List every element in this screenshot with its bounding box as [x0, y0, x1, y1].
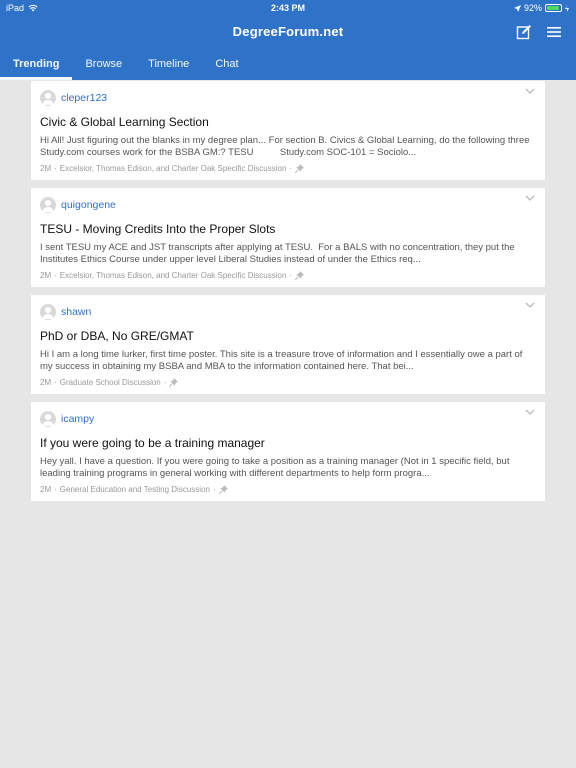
meta-separator: · — [163, 378, 167, 387]
username-link[interactable]: cleper123 — [61, 92, 107, 104]
post-author: cleper123 — [40, 89, 536, 106]
compose-icon[interactable] — [516, 24, 532, 40]
username-link[interactable]: icampy — [61, 413, 94, 425]
chevron-down-icon[interactable] — [525, 195, 535, 201]
post-category[interactable]: General Education and Testing Discussion — [60, 485, 210, 494]
app-root: iPad 2:43 PM 92% DegreeForum.net Trendin… — [0, 0, 576, 768]
post-author: quigongene — [40, 196, 536, 213]
post-category[interactable]: Excelsior, Thomas Edison, and Charter Oa… — [60, 164, 287, 173]
post-excerpt: Hey yall. I have a question. If you were… — [40, 456, 513, 479]
meta-separator: · — [289, 164, 293, 173]
menu-icon[interactable] — [546, 24, 562, 40]
username-link[interactable]: quigongene — [61, 199, 116, 211]
meta-separator: · — [212, 485, 216, 494]
meta-separator: · — [289, 271, 293, 280]
post-excerpt: Hi I am a long time lurker, first time p… — [40, 349, 526, 372]
bluetooth-icon — [565, 4, 569, 12]
post-age: 2M — [40, 485, 52, 494]
post-age: 2M — [40, 271, 52, 280]
post-meta: 2M · Graduate School Discussion · — [40, 378, 536, 387]
post-card[interactable]: cleper123 Civic & Global Learning Sectio… — [31, 81, 545, 180]
post-title[interactable]: TESU - Moving Credits Into the Proper Sl… — [40, 222, 536, 236]
pin-icon[interactable] — [295, 271, 305, 280]
post-meta: 2M · Excelsior, Thomas Edison, and Chart… — [40, 271, 536, 280]
pin-icon[interactable] — [295, 164, 305, 173]
post-age: 2M — [40, 378, 52, 387]
pin-icon[interactable] — [169, 378, 179, 387]
meta-separator: · — [54, 378, 57, 387]
battery-percent: 92% — [523, 3, 542, 13]
battery-fill — [547, 6, 559, 10]
post-category[interactable]: Graduate School Discussion — [60, 378, 161, 387]
user-icon — [42, 92, 54, 105]
location-icon — [513, 4, 521, 12]
app-header: iPad 2:43 PM 92% DegreeForum.net Trendin… — [0, 0, 576, 80]
avatar[interactable] — [40, 89, 56, 106]
post-excerpt: I sent TESU my ACE and JST transcripts a… — [40, 242, 518, 265]
avatar[interactable] — [40, 410, 56, 427]
chevron-down-icon[interactable] — [525, 409, 535, 415]
post-feed: cleper123 Civic & Global Learning Sectio… — [31, 81, 545, 509]
tab-browse[interactable]: Browse — [72, 55, 135, 80]
post-excerpt: Hi All! Just figuring out the blanks in … — [40, 135, 533, 158]
tab-trending[interactable]: Trending — [0, 55, 73, 80]
post-meta: 2M · Excelsior, Thomas Edison, and Chart… — [40, 164, 536, 173]
app-title: DegreeForum.net — [232, 24, 344, 39]
post-title[interactable]: Civic & Global Learning Section — [40, 115, 536, 129]
meta-separator: · — [54, 271, 57, 280]
post-category[interactable]: Excelsior, Thomas Edison, and Charter Oa… — [60, 271, 287, 280]
user-icon — [42, 199, 54, 212]
post-card[interactable]: shawn PhD or DBA, No GRE/GMAT Hi I am a … — [31, 295, 545, 394]
status-bar: iPad 2:43 PM 92% — [0, 0, 576, 16]
pin-icon[interactable] — [218, 485, 228, 494]
avatar[interactable] — [40, 303, 56, 320]
status-right: 92% — [513, 3, 570, 13]
tab-chat[interactable]: Chat — [202, 55, 251, 80]
post-card[interactable]: icampy If you were going to be a trainin… — [31, 402, 545, 501]
post-title[interactable]: If you were going to be a training manag… — [40, 436, 536, 450]
post-title[interactable]: PhD or DBA, No GRE/GMAT — [40, 329, 536, 343]
tab-timeline[interactable]: Timeline — [135, 55, 202, 80]
meta-separator: · — [54, 485, 57, 494]
status-time: 2:43 PM — [270, 3, 305, 13]
chevron-down-icon[interactable] — [525, 302, 535, 308]
post-author: shawn — [40, 303, 536, 320]
username-link[interactable]: shawn — [61, 306, 91, 318]
battery-icon — [545, 4, 562, 12]
meta-separator: · — [54, 164, 57, 173]
header-actions — [516, 24, 562, 40]
chevron-down-icon[interactable] — [525, 88, 535, 94]
post-age: 2M — [40, 164, 52, 173]
avatar[interactable] — [40, 196, 56, 213]
user-icon — [42, 413, 54, 426]
post-card[interactable]: quigongene TESU - Moving Credits Into th… — [31, 188, 545, 287]
user-icon — [42, 306, 54, 319]
post-author: icampy — [40, 410, 536, 427]
post-meta: 2M · General Education and Testing Discu… — [40, 485, 536, 494]
tab-bar: Trending Browse Timeline Chat — [0, 55, 252, 80]
